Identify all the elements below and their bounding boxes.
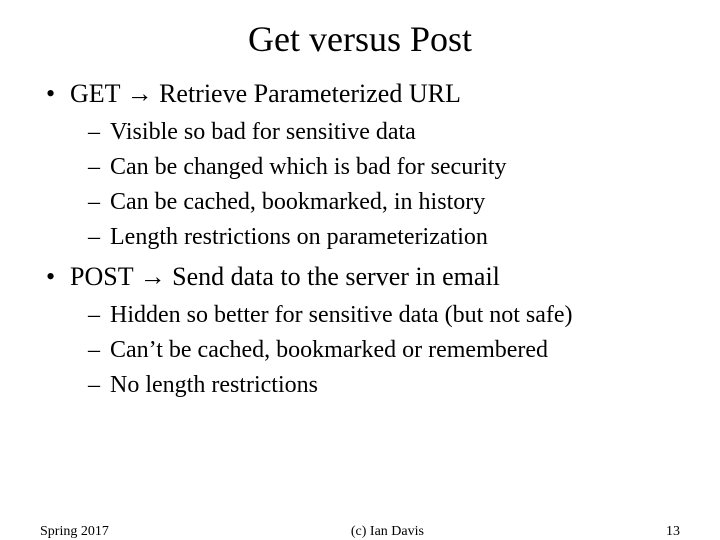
bullet-group-post: POST → Send data to the server in email … (40, 261, 680, 401)
sub-bullet: Length restrictions on parameterization (40, 222, 680, 253)
footer: Spring 2017 (c) Ian Davis 13 (0, 524, 720, 540)
bullet-group-get: GET → Retrieve Parameterized URL Visible… (40, 78, 680, 253)
footer-left: Spring 2017 (40, 524, 109, 540)
footer-center: (c) Ian Davis (109, 524, 666, 540)
sub-bullet: Can’t be cached, bookmarked or remembere… (40, 335, 680, 366)
bullet-post: POST → Send data to the server in email (40, 261, 680, 294)
sub-bullet: Can be changed which is bad for security (40, 152, 680, 183)
sub-bullet: Hidden so better for sensitive data (but… (40, 300, 680, 331)
bullet-get: GET → Retrieve Parameterized URL (40, 78, 680, 111)
content: GET → Retrieve Parameterized URL Visible… (0, 78, 720, 401)
sub-bullet: Can be cached, bookmarked, in history (40, 187, 680, 218)
sub-bullet: Visible so bad for sensitive data (40, 117, 680, 148)
page-title: Get versus Post (0, 18, 720, 60)
sub-bullet: No length restrictions (40, 370, 680, 401)
slide: Get versus Post GET → Retrieve Parameter… (0, 18, 720, 540)
footer-page-number: 13 (666, 524, 680, 540)
